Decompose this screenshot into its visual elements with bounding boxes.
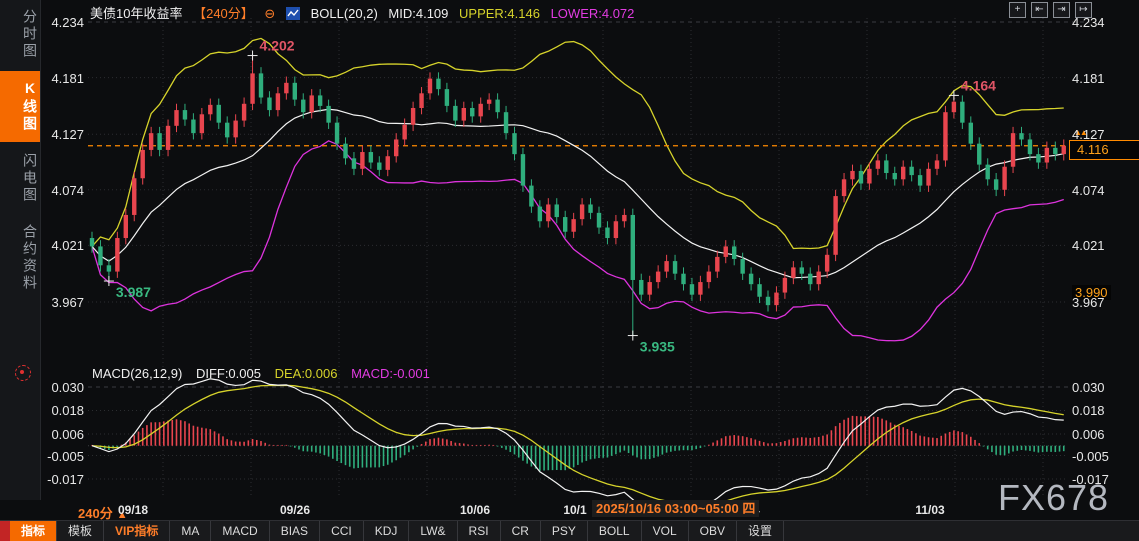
y-axis-tick-right: 4.181 [1072, 71, 1105, 86]
y-axis-tick-right: 4.074 [1072, 183, 1105, 198]
symbol-title: 美债10年收益率 [90, 6, 182, 21]
x-axis-tick: 09/26 [280, 503, 310, 517]
macd-dea-value: DEA:0.006 [275, 366, 338, 381]
sidebar: 分时图K线图闪电图合约资料 [0, 0, 41, 500]
y-axis-tick-right: 4.127 [1072, 127, 1105, 142]
y-axis-tick-left: 4.181 [44, 71, 84, 86]
y-axis-tick-right: 4.234 [1072, 15, 1105, 30]
crosshair-tool-button-icon[interactable]: + [1009, 2, 1026, 18]
macd-tick-left: 0.030 [40, 380, 84, 395]
toolbar-red-block [0, 521, 10, 541]
toolbar-item-LW&[interactable]: LW& [409, 521, 457, 541]
macd-header: MACD(26,12,9) DIFF:0.005 DEA:0.006 MACD:… [92, 366, 440, 381]
macd-diff-value: DIFF:0.005 [196, 366, 261, 381]
current-price-label: 4.116 [1069, 140, 1139, 160]
boll-upper-value: UPPER:4.146 [459, 6, 540, 21]
x-axis-tick: 10/1 [563, 503, 586, 517]
y-axis-tick-right: 4.021 [1072, 238, 1105, 253]
period-text: 240分 [78, 506, 113, 521]
macd-tick-right: 0.018 [1072, 403, 1105, 418]
y-axis-tick-left: 4.021 [44, 238, 84, 253]
toolbar-item-VIP指标[interactable]: VIP指标 [104, 521, 170, 541]
x-axis-tick: 11/03 [915, 503, 944, 517]
y-axis-tick-left: 4.074 [44, 183, 84, 198]
toolbar-item-MACD[interactable]: MACD [211, 521, 269, 541]
sidebar-tab-分时图[interactable]: 分时图 [0, 0, 40, 69]
toolbar-item-RSI[interactable]: RSI [458, 521, 501, 541]
macd-name: MACD(26,12,9) [92, 366, 182, 381]
toolbar-item-OBV[interactable]: OBV [689, 521, 737, 541]
macd-macd-value: MACD:-0.001 [351, 366, 430, 381]
y-axis-tick-right: 3.967 [1072, 295, 1105, 310]
sidebar-tab-闪电图[interactable]: 闪电图 [0, 144, 40, 213]
scale-right-button-icon[interactable]: ⇥ [1053, 2, 1070, 18]
x-axis-tick: 10/06 [460, 503, 490, 517]
macd-tick-right: 0.030 [1072, 380, 1105, 395]
y-axis-tick-left: 4.127 [44, 127, 84, 142]
macd-tick-left: -0.017 [40, 472, 84, 487]
macd-tick-left: -0.005 [40, 449, 84, 464]
toolbar-item-KDJ[interactable]: KDJ [364, 521, 410, 541]
boll-label: BOLL(20,2) [311, 6, 378, 21]
collapse-icon[interactable]: ⊖ [264, 6, 275, 21]
toolbar-item-BOLL[interactable]: BOLL [588, 521, 642, 541]
interval-badge[interactable]: 【240分】 [193, 6, 254, 21]
main-chart-area[interactable] [88, 16, 1068, 362]
chart-app: 3.9874.2023.9354.164 分时图K线图闪电图合约资料 美债10年… [0, 0, 1139, 541]
scale-left-button-icon[interactable]: ⇤ [1031, 2, 1048, 18]
y-axis-tick-left: 4.234 [44, 15, 84, 30]
toolbar-item-VOL[interactable]: VOL [642, 521, 689, 541]
toolbar-item-模板[interactable]: 模板 [57, 521, 104, 541]
y-axis-tick-left: 3.967 [44, 295, 84, 310]
boll-lower-value: LOWER:4.072 [551, 6, 635, 21]
macd-tick-right: 0.006 [1072, 427, 1105, 442]
toolbar-item-PSY[interactable]: PSY [541, 521, 588, 541]
x-axis-tick: 09/18 [118, 503, 148, 517]
chart-header: 美债10年收益率 【240分】 ⊖ BOLL(20,2) MID:4.109 U… [90, 3, 641, 23]
toolbar-item-BIAS[interactable]: BIAS [270, 521, 320, 541]
macd-tick-right: -0.017 [1072, 472, 1109, 487]
macd-panel-area[interactable] [88, 378, 1068, 498]
toolbar-item-指标[interactable]: 指标 [10, 521, 57, 541]
toolbar-item-CCI[interactable]: CCI [320, 521, 364, 541]
boll-mid-value: MID:4.109 [388, 6, 448, 21]
toolbar-item-设置[interactable]: 设置 [737, 521, 784, 541]
toolbar-item-CR[interactable]: CR [501, 521, 541, 541]
indicator-toolbar: 指标模板VIP指标MAMACDBIASCCIKDJLW&RSICRPSYBOLL… [0, 520, 1139, 541]
macd-tick-left: 0.018 [40, 403, 84, 418]
indicator-target-icon[interactable] [15, 365, 31, 381]
toolbar-item-MA[interactable]: MA [170, 521, 211, 541]
macd-tick-left: 0.006 [40, 427, 84, 442]
sidebar-tab-K线图[interactable]: K线图 [0, 71, 40, 142]
crosshair-date-tooltip: 2025/10/16 03:00~05:00 四 [592, 500, 759, 517]
sidebar-tab-合约资料[interactable]: 合约资料 [0, 215, 40, 301]
macd-tick-right: -0.005 [1072, 449, 1109, 464]
chart-type-icon [286, 7, 300, 23]
